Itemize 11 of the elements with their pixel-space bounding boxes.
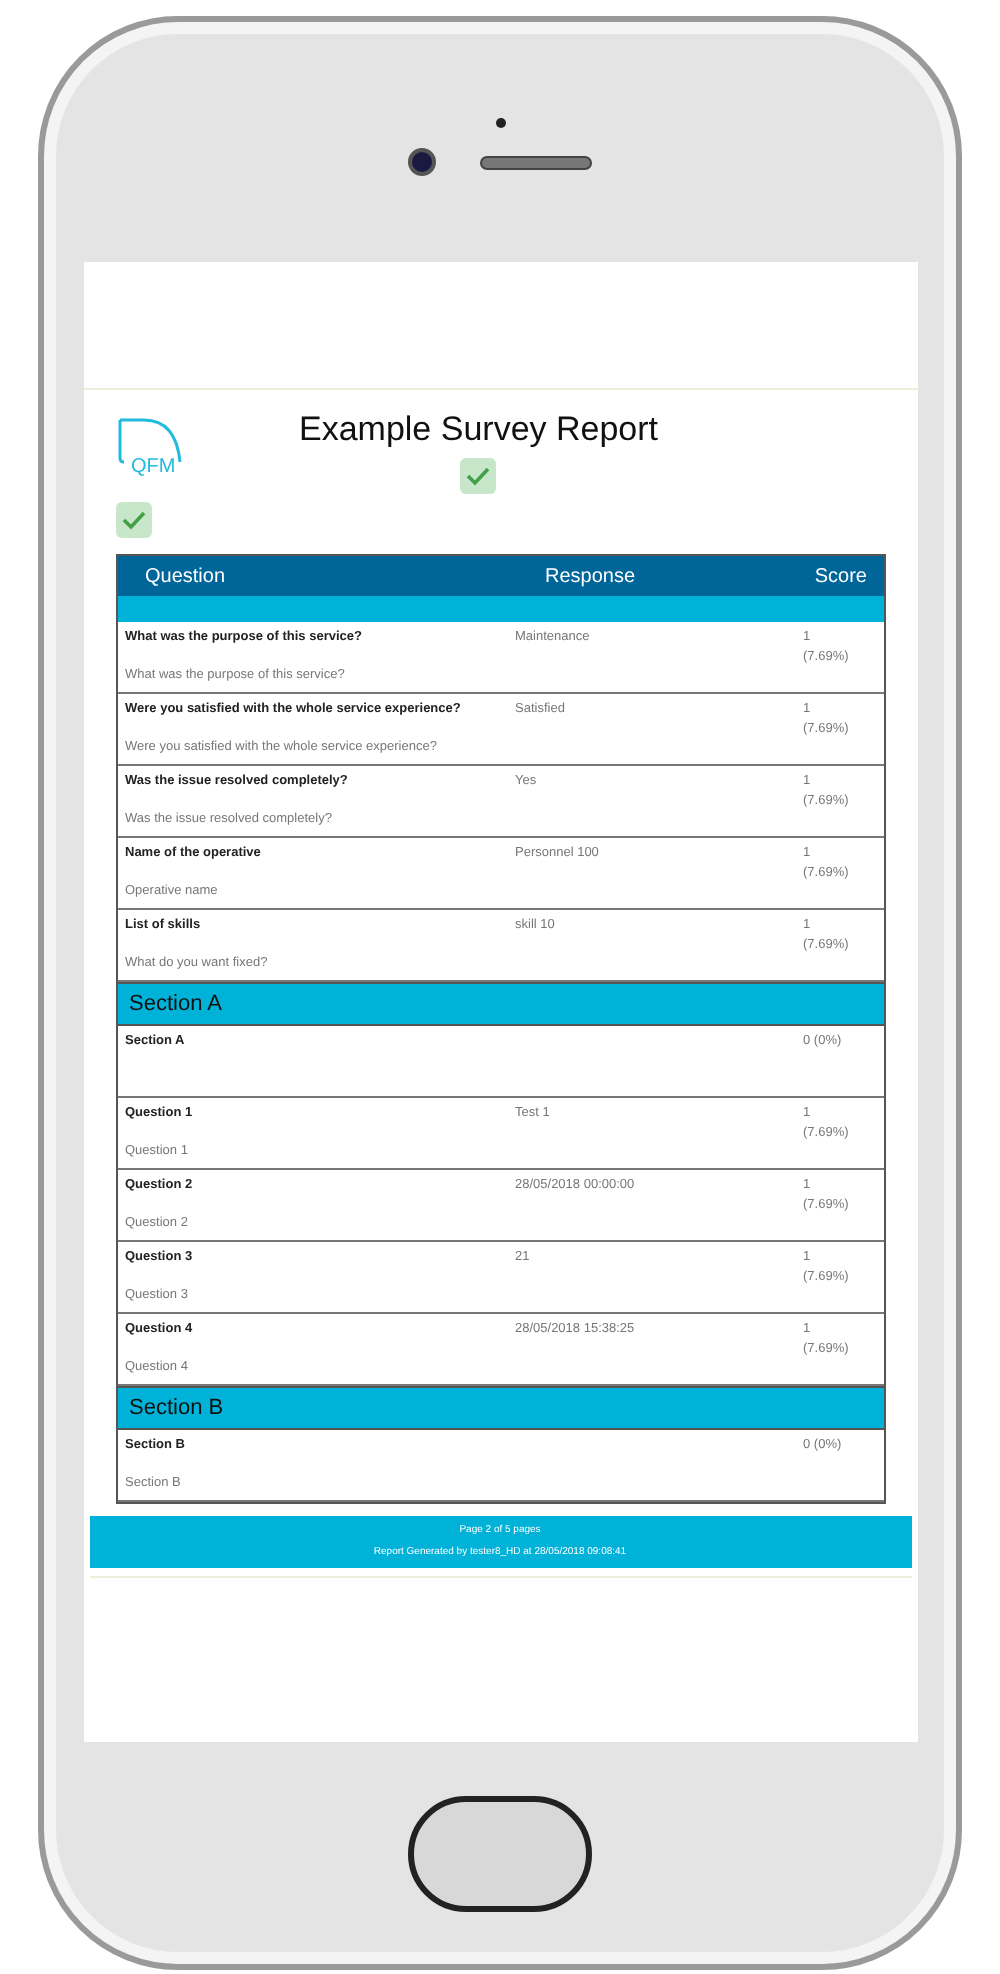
logo-text: QFM	[131, 458, 176, 478]
check-icon	[466, 466, 491, 486]
report-title: Example Survey Report	[299, 410, 659, 450]
speaker-grille-icon	[480, 155, 592, 169]
column-header: Response	[545, 563, 638, 591]
check-icon	[121, 510, 145, 530]
column-header: Score	[814, 563, 867, 591]
camera-icon	[408, 148, 436, 176]
column-header: Question	[145, 563, 228, 591]
section-header: Section B	[117, 1386, 883, 1430]
section-header: Section A	[117, 982, 883, 1026]
